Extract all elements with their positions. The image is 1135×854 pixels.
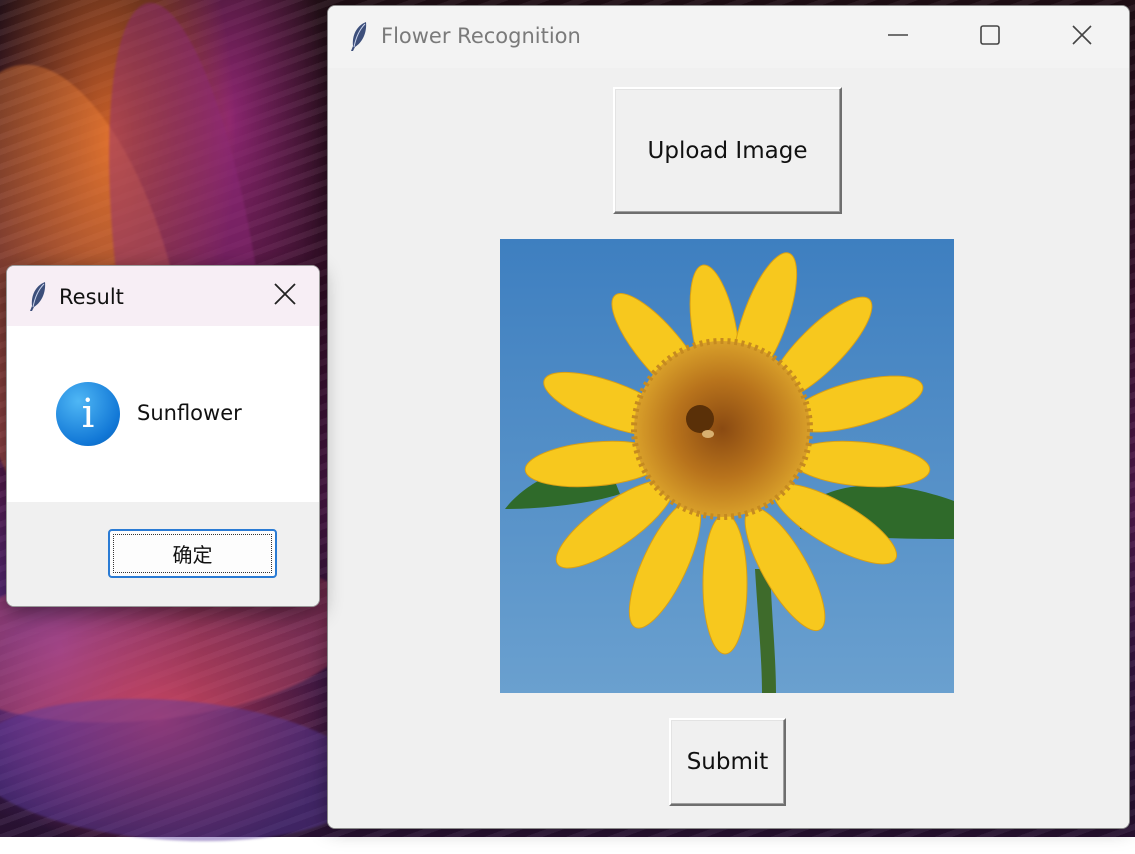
window-title: Flower Recognition — [381, 24, 581, 48]
submit-button[interactable]: Submit — [669, 718, 786, 806]
feather-icon — [27, 280, 49, 312]
minimize-icon — [887, 24, 909, 50]
upload-image-button[interactable]: Upload Image — [613, 87, 842, 214]
close-icon — [273, 282, 297, 310]
flower-image — [500, 239, 954, 693]
dialog-body: i Sunflower — [7, 326, 319, 502]
ok-button[interactable]: 确定 — [108, 529, 277, 578]
maximize-button[interactable] — [944, 6, 1036, 68]
dialog-titlebar[interactable]: Result — [7, 266, 319, 326]
close-button[interactable] — [1036, 6, 1128, 68]
maximize-icon — [979, 24, 1001, 50]
feather-icon — [348, 20, 370, 52]
dialog-footer: 确定 — [7, 502, 319, 606]
close-icon — [1071, 24, 1093, 50]
window-content: Upload Image Submit — [328, 68, 1129, 828]
result-dialog: Result i Sunflower 确定 — [6, 265, 320, 607]
info-icon: i — [56, 382, 120, 446]
minimize-button[interactable] — [852, 6, 944, 68]
window-titlebar[interactable]: Flower Recognition — [328, 6, 1129, 68]
dialog-close-button[interactable] — [262, 276, 308, 316]
result-message: Sunflower — [137, 401, 242, 425]
dialog-title: Result — [59, 285, 124, 309]
flower-recognition-window: Flower Recognition Upload Image Submit — [327, 5, 1130, 829]
